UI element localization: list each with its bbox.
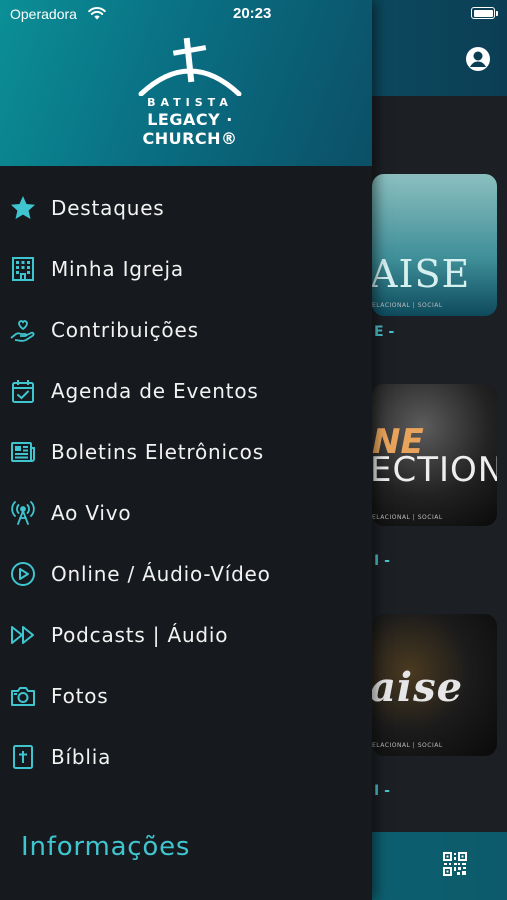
menu-item-agenda-eventos[interactable]: Agenda de Eventos xyxy=(0,360,372,421)
menu-item-fotos[interactable]: Fotos xyxy=(0,665,372,726)
card-caption: I - xyxy=(374,553,390,569)
card-title: ECTION xyxy=(372,450,497,490)
play-circle-icon xyxy=(9,560,37,588)
menu-label: Destaques xyxy=(51,195,165,220)
broadcast-icon xyxy=(9,499,37,527)
logo-line1: BATISTA xyxy=(147,96,233,109)
card-title: AISE xyxy=(372,252,471,296)
building-icon xyxy=(9,255,37,283)
clock: 20:23 xyxy=(233,5,272,22)
menu-item-destaques[interactable]: Destaques xyxy=(0,177,372,238)
menu-label: Fotos xyxy=(51,683,109,708)
menu-label: Minha Igreja xyxy=(51,256,184,281)
card-subtitle: ELACIONAL | SOCIAL xyxy=(372,302,443,309)
status-bar: Operadora 20:23 xyxy=(0,0,507,28)
star-icon xyxy=(9,194,37,222)
card-caption: I - xyxy=(374,783,390,799)
menu-label: Ao Vivo xyxy=(51,500,132,525)
camera-icon xyxy=(9,682,37,710)
battery-tip xyxy=(496,11,498,16)
card-subtitle: ELACIONAL | SOCIAL xyxy=(372,514,443,521)
content-card[interactable]: aise ELACIONAL | SOCIAL xyxy=(372,614,497,756)
menu-label: Agenda de Eventos xyxy=(51,378,259,403)
menu-item-podcasts[interactable]: Podcasts | Áudio xyxy=(0,604,372,665)
menu-item-biblia[interactable]: Bíblia xyxy=(0,726,372,787)
content-card[interactable]: AISE ELACIONAL | SOCIAL xyxy=(372,174,497,316)
menu-item-online-audio-video[interactable]: Online / Áudio-Vídeo xyxy=(0,543,372,604)
qr-code-icon[interactable] xyxy=(443,852,467,876)
newspaper-icon xyxy=(9,438,37,466)
hand-heart-icon xyxy=(9,316,37,344)
card-subtitle: ELACIONAL | SOCIAL xyxy=(372,742,443,749)
card-title: aise xyxy=(372,664,464,711)
menu-label: Contribuições xyxy=(51,317,199,342)
bible-icon xyxy=(9,743,37,771)
church-logo: BATISTA LEGACY · CHURCH® xyxy=(105,36,275,148)
menu-item-contribuicoes[interactable]: Contribuições xyxy=(0,299,372,360)
wifi-icon xyxy=(88,7,106,20)
carrier-name: Operadora xyxy=(10,6,77,22)
battery-icon xyxy=(471,7,495,19)
menu-item-minha-igreja[interactable]: Minha Igreja xyxy=(0,238,372,299)
navigation-drawer: BATISTA LEGACY · CHURCH® Destaques Minha… xyxy=(0,0,372,900)
menu-label: Online / Áudio-Vídeo xyxy=(51,561,271,586)
cross-logo-icon xyxy=(138,37,242,96)
logo-line2: LEGACY · CHURCH® xyxy=(142,110,238,148)
fast-forward-icon xyxy=(9,621,37,649)
menu-label: Podcasts | Áudio xyxy=(51,622,229,647)
content-card[interactable]: NE ECTION ELACIONAL | SOCIAL xyxy=(372,384,497,526)
menu-label: Bíblia xyxy=(51,744,112,769)
menu-item-ao-vivo[interactable]: Ao Vivo xyxy=(0,482,372,543)
card-caption: E - xyxy=(374,324,395,340)
menu-item-boletins[interactable]: Boletins Eletrônicos xyxy=(0,421,372,482)
menu-label: Boletins Eletrônicos xyxy=(51,439,264,464)
calendar-check-icon xyxy=(9,377,37,405)
section-title-informacoes: Informações xyxy=(21,832,191,862)
user-profile-icon[interactable] xyxy=(465,46,491,72)
drawer-menu: Destaques Minha Igreja Contribuições Age… xyxy=(0,177,372,787)
